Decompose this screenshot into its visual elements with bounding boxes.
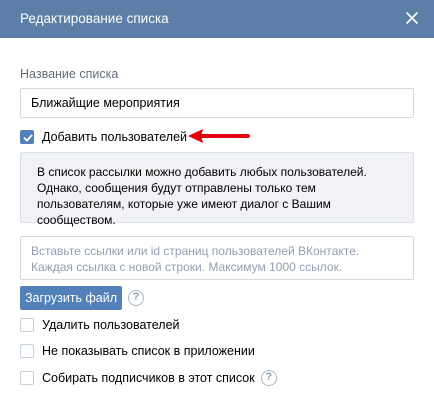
red-arrow-icon (188, 129, 250, 143)
remove-users-label: Удалить пользователей (42, 318, 180, 332)
close-icon[interactable] (404, 10, 420, 26)
list-name-input[interactable] (20, 88, 414, 118)
upload-help-icon[interactable]: ? (128, 290, 144, 306)
add-users-checkbox[interactable] (20, 130, 34, 144)
info-text: В список рассылки можно добавить любых п… (37, 165, 367, 227)
hide-in-app-label: Не показывать список в приложении (42, 344, 255, 358)
info-box: В список рассылки можно добавить любых п… (20, 152, 414, 227)
add-users-label: Добавить пользователей (42, 130, 188, 144)
checkmark-icon (23, 134, 33, 142)
remove-users-checkbox[interactable] (20, 318, 34, 332)
dialog-header: Редактирование списка (0, 0, 434, 38)
collect-subscribers-help-icon[interactable]: ? (260, 370, 277, 386)
dialog-title: Редактирование списка (20, 11, 169, 26)
collect-subscribers-label: Собирать подписчиков в этот список (42, 371, 255, 385)
hide-in-app-checkbox[interactable] (20, 344, 34, 358)
hide-in-app-checkbox-row[interactable]: Не показывать список в приложении (20, 344, 255, 358)
upload-file-button[interactable]: Загрузить файл (20, 286, 122, 310)
remove-users-checkbox-row[interactable]: Удалить пользователей (20, 318, 180, 332)
links-textarea[interactable] (20, 236, 414, 280)
collect-subscribers-checkbox-row[interactable]: Собирать подписчиков в этот список ? (20, 370, 277, 386)
collect-subscribers-checkbox[interactable] (20, 371, 34, 385)
list-name-label: Название списка (20, 67, 119, 81)
add-users-checkbox-row[interactable]: Добавить пользователей (20, 130, 187, 144)
